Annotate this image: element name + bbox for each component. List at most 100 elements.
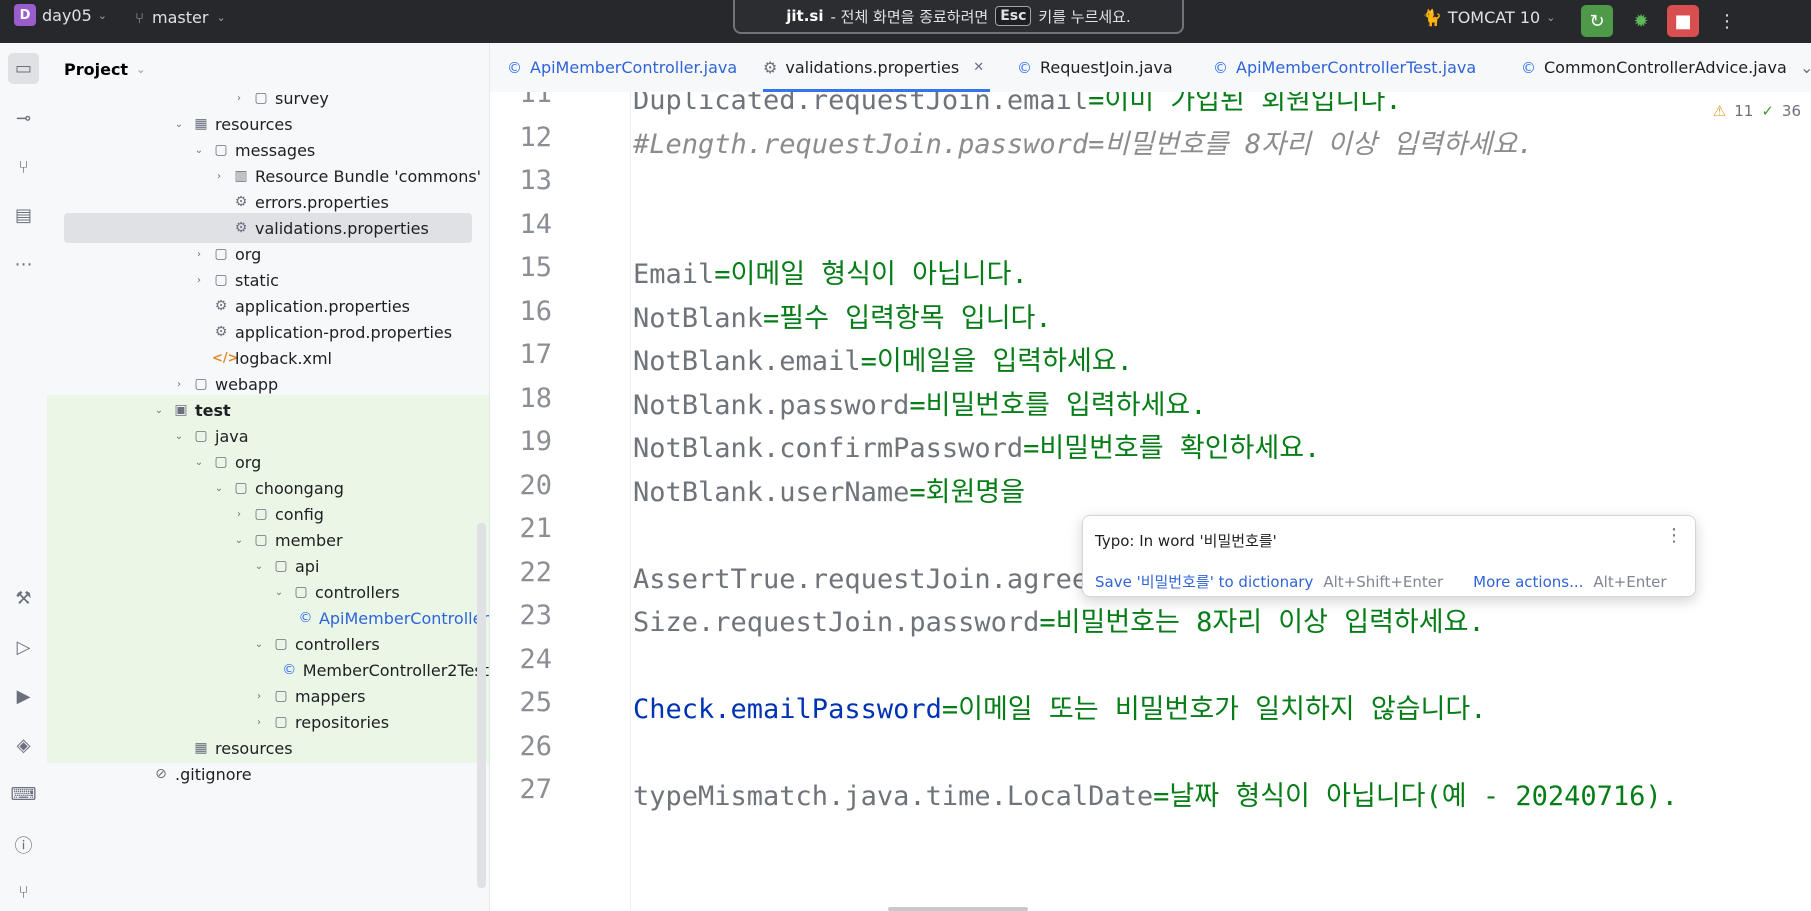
chevron-right-icon[interactable]: › [172, 379, 186, 390]
gear-icon: ⚙ [234, 220, 248, 236]
banner-text-pre: - 전체 화면을 종료하려면 [830, 7, 989, 26]
tab-validations-properties[interactable]: ⚙ validations.properties ✕ [763, 43, 991, 92]
folder-icon: ▢ [274, 688, 288, 704]
chevron-down-icon[interactable]: ⌄ [192, 145, 206, 156]
more-actions-link[interactable]: More actions... [1473, 573, 1583, 591]
build-tool-button[interactable]: ⚒ [8, 583, 39, 614]
property-key: NotBlank.password [633, 389, 910, 421]
chevron-down-icon[interactable]: ⌄ [252, 639, 266, 650]
tree-item-label: messages [235, 140, 316, 160]
vcs-branch-widget[interactable]: ⑂ master ⌄ [135, 8, 226, 27]
pull-requests-tool-button[interactable]: ⑂ [8, 152, 39, 183]
terminal-icon: ⌨ [10, 784, 37, 805]
tree-item[interactable]: ⊘ .gitignore [47, 759, 489, 789]
run-tool-button[interactable]: ▶ [8, 681, 39, 712]
layers-tool-button[interactable]: ◈ [8, 730, 39, 761]
code-line: NotBlank.confirmPassword=비밀번호를 확인하세요. [633, 426, 1320, 465]
tree-item-label: resources [215, 114, 293, 134]
project-panel-header[interactable]: Project ⌄ [64, 60, 145, 79]
problems-tool-button[interactable]: ⓘ [8, 829, 39, 860]
tab-api-member-controller[interactable]: © ApiMemberController.java [507, 43, 737, 92]
git-tool-button[interactable]: ⑂ [8, 877, 39, 908]
chevron-down-icon[interactable]: ⌄ [192, 457, 206, 468]
debug-button[interactable]: ✹ [1625, 5, 1657, 37]
services-tool-button[interactable]: ▷ [8, 632, 39, 663]
tab-label: RequestJoin.java [1040, 58, 1173, 77]
chevron-right-icon[interactable]: › [232, 509, 246, 520]
tree-item-label: resources [215, 738, 293, 758]
terminal-tool-button[interactable]: ⌨ [8, 779, 39, 810]
folder-icon: ▢ [254, 506, 268, 522]
project-panel: Project ⌄ › ▢ survey ⌄ ▦ resources ⌄ ▢ messages ›… [47, 43, 490, 911]
tree-item-label: member [275, 530, 343, 550]
warning-count: 11 [1734, 102, 1754, 120]
banner-esc-key: Esc [995, 6, 1032, 26]
tab-label: validations.properties [785, 58, 960, 77]
tree-item-label: MemberController2Test [302, 660, 489, 680]
tabs-overflow-button[interactable]: ⌄ [1800, 43, 1811, 92]
more-actions-shortcut: Alt+Enter [1593, 572, 1667, 591]
test-folder-icon: ▣ [174, 402, 188, 418]
tree-item-label: application-prod.properties [235, 322, 453, 342]
tomcat-icon: 🐈 [1422, 8, 1442, 27]
tree-scrollbar[interactable] [477, 523, 486, 888]
tab-request-join[interactable]: © RequestJoin.java [1017, 43, 1173, 92]
tab-common-controller-advice[interactable]: © CommonControllerAdvice.java [1521, 43, 1787, 92]
chevron-down-icon[interactable]: ⌄ [172, 431, 186, 442]
chevron-right-icon[interactable]: › [192, 275, 206, 286]
chevron-right-icon[interactable]: › [252, 717, 266, 728]
property-value: =이메일을 입력하세요. [860, 346, 1133, 377]
tree-item-label: test [195, 400, 231, 420]
resource-bundle-icon: ▥ [234, 168, 248, 184]
line-number: 26 [519, 730, 552, 762]
chevron-down-icon[interactable]: ⌄ [172, 119, 186, 130]
more-button[interactable]: ⋮ [1711, 5, 1743, 37]
property-key: NotBlank.userName [633, 476, 910, 508]
property-value: =비밀번호를 확인하세요. [1023, 433, 1321, 464]
inspection-widget[interactable]: ⚠ 11 ✓ 36 [1713, 102, 1801, 120]
folder-icon: ▢ [214, 246, 228, 262]
chevron-down-icon[interactable]: ⌄ [272, 587, 286, 598]
rerun-button[interactable]: ↻ [1581, 5, 1613, 37]
editor-tabs: © ApiMemberController.java ⚙ validations… [490, 43, 1811, 93]
chevron-right-icon[interactable]: › [232, 93, 246, 104]
property-value: =이미 가입된 회원입니다. [1088, 92, 1402, 116]
more-tools-button[interactable]: ⋯ [8, 249, 39, 280]
line-number: 18 [519, 382, 552, 414]
tree-item-label: Resource Bundle 'commons' [255, 166, 482, 186]
problems-icon: ⓘ [14, 835, 33, 857]
chevron-right-icon[interactable]: › [212, 171, 226, 182]
code-line: Check.emailPassword=이메일 또는 비밀번호가 일치하지 않습… [633, 687, 1487, 726]
line-number: 23 [519, 600, 552, 631]
property-key: typeMismatch.java.time.LocalDate [633, 781, 1154, 812]
ignore-file-icon: ⊘ [155, 766, 167, 782]
line-number: 25 [519, 687, 552, 718]
class-icon: © [1521, 58, 1536, 77]
structure-tool-button[interactable]: ▤ [8, 200, 39, 231]
more-vertical-icon[interactable]: ⋮ [1665, 525, 1683, 546]
line-number: 20 [519, 469, 552, 501]
code-editor[interactable]: ⚠ 11 ✓ 36 11 Duplicated.requestJoin.email… [490, 92, 1811, 911]
chevron-down-icon[interactable]: ⌄ [232, 535, 246, 546]
tree-item-label: org [235, 244, 262, 264]
chevron-right-icon[interactable]: › [252, 691, 266, 702]
line-number: 17 [519, 339, 552, 370]
stop-button[interactable]: ■ [1667, 5, 1699, 37]
save-to-dictionary-link[interactable]: Save '비밀번호를' to dictionary [1095, 571, 1313, 592]
property-value: =이메일 형식이 아닙니다. [714, 259, 1028, 290]
project-switcher[interactable]: D day05 ⌄ [14, 4, 107, 26]
chevron-down-icon: ⌄ [1800, 58, 1811, 77]
project-tool-button[interactable]: ▭ [8, 53, 39, 84]
close-icon[interactable]: ✕ [973, 60, 984, 75]
horizontal-scrollbar[interactable] [888, 907, 1028, 911]
chevron-right-icon[interactable]: › [192, 249, 206, 260]
commit-tool-button[interactable]: ⊸ [8, 103, 39, 134]
code-line: NotBlank.userName=회원명을 [633, 470, 1025, 509]
folder-icon: ▢ [214, 272, 228, 288]
chevron-down-icon[interactable]: ⌄ [252, 561, 266, 572]
banner-text-post: 키를 누르세요. [1038, 7, 1131, 26]
run-config-selector[interactable]: 🐈 TOMCAT 10 ⌄ [1422, 8, 1555, 27]
chevron-down-icon[interactable]: ⌄ [152, 405, 166, 416]
chevron-down-icon[interactable]: ⌄ [212, 483, 226, 494]
tab-api-member-controller-test[interactable]: © ApiMemberControllerTest.java [1213, 43, 1476, 92]
